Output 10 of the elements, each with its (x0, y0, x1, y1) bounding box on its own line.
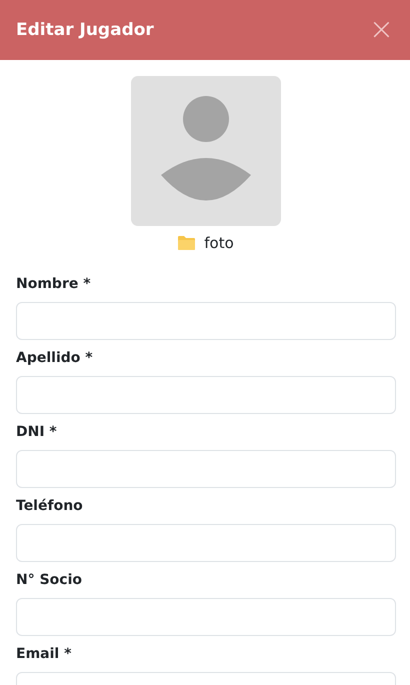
field-label: Email * (16, 645, 72, 664)
dialog-title: Editar Jugador (16, 20, 154, 40)
folder-icon (178, 236, 196, 250)
field-label: Apellido * (16, 349, 94, 368)
avatar-placeholder[interactable] (131, 76, 281, 226)
field-label: Nombre * (16, 275, 92, 294)
field-label: DNI * (16, 423, 58, 442)
field-label: Teléfono (16, 497, 84, 516)
field-label: N° Socio (16, 571, 84, 590)
photo-label[interactable]: foto (204, 234, 234, 252)
